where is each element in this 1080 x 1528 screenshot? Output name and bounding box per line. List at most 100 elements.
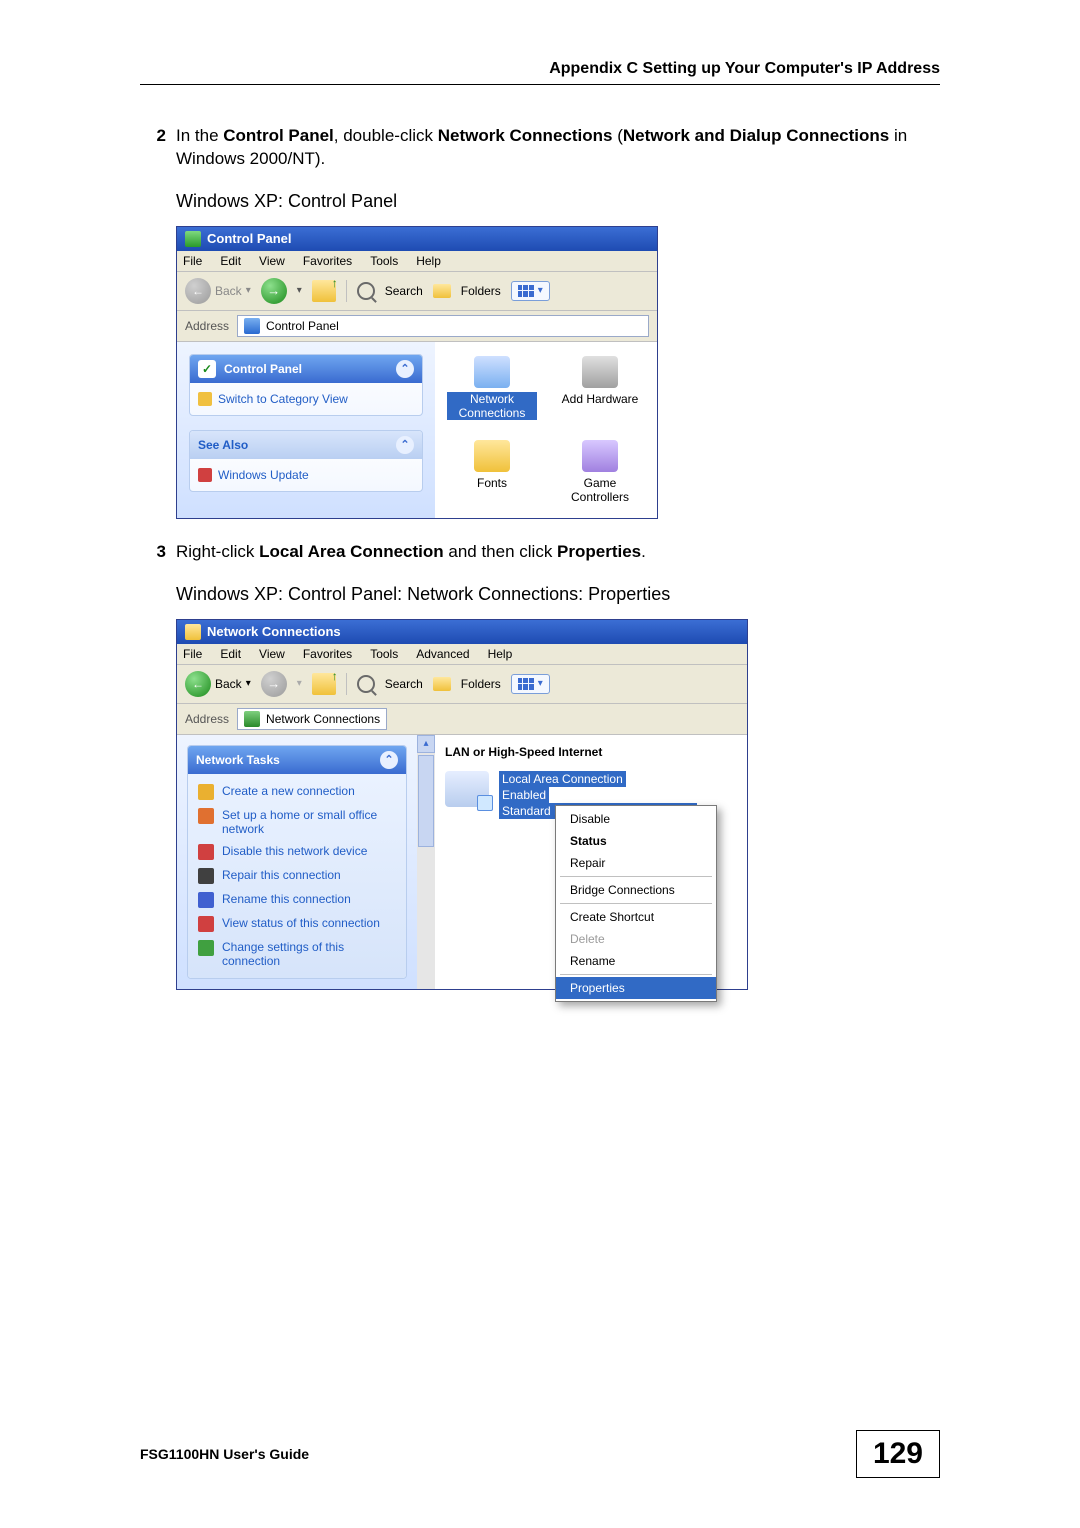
up-button[interactable] (312, 673, 336, 695)
page-number: 129 (856, 1430, 940, 1478)
task-disable-device[interactable]: Disable this network device (196, 840, 398, 864)
side-panel-main-header[interactable]: ✓ Control Panel ⌃ (190, 355, 422, 383)
ctx-disable[interactable]: Disable (556, 808, 716, 830)
side-panel-see-also: See Also ⌃ Windows Update (189, 430, 423, 492)
fonts-icon (474, 440, 510, 472)
folders-label[interactable]: Folders (461, 284, 501, 298)
toolbar-separator (346, 673, 347, 695)
side-scrollbar[interactable]: ▴ (417, 735, 435, 989)
menu-tools[interactable]: Tools (370, 647, 398, 661)
search-label[interactable]: Search (385, 677, 423, 691)
task-rename[interactable]: Rename this connection (196, 888, 398, 912)
chevron-up-icon[interactable]: ⌃ (396, 436, 414, 454)
search-label[interactable]: Search (385, 284, 423, 298)
folders-icon[interactable] (433, 677, 451, 691)
back-button[interactable]: ← Back ▾ (185, 278, 251, 304)
step-2-number: 2 (140, 125, 176, 171)
menu-favorites[interactable]: Favorites (303, 647, 352, 661)
item-fonts[interactable]: Fonts (447, 440, 537, 504)
back-icon: ← (185, 278, 211, 304)
step2-b2: Network Connections (438, 126, 613, 145)
toolbar-separator (346, 280, 347, 302)
window-title-text: Network Connections (207, 624, 341, 639)
forward-button[interactable]: → (261, 671, 287, 697)
menu-file[interactable]: File (183, 647, 202, 661)
menu-favorites[interactable]: Favorites (303, 254, 352, 268)
ctx-status[interactable]: Status (556, 830, 716, 852)
task-create-connection[interactable]: Create a new connection (196, 780, 398, 804)
step-2-text: In the Control Panel, double-click Netwo… (176, 125, 940, 171)
views-icon (518, 285, 534, 297)
back-button[interactable]: ← Back ▾ (185, 671, 251, 697)
step3-b1: Local Area Connection (259, 542, 444, 561)
toolbar: ← Back ▾ → ▾ Search Folders ▾ (177, 272, 657, 311)
menu-help[interactable]: Help (488, 647, 513, 661)
forward-button[interactable]: → (261, 278, 287, 304)
task-icon (198, 940, 214, 956)
windows-update-label: Windows Update (218, 468, 309, 482)
task-icon (198, 784, 214, 800)
menu-file[interactable]: File (183, 254, 202, 268)
see-also-header[interactable]: See Also ⌃ (190, 431, 422, 459)
address-field[interactable]: Network Connections (237, 708, 387, 730)
task-repair[interactable]: Repair this connection (196, 864, 398, 888)
item-game-controllers[interactable]: Game Controllers (555, 440, 645, 504)
step-3-number: 3 (140, 541, 176, 564)
task-change-settings[interactable]: Change settings of this connection (196, 936, 398, 972)
menu-edit[interactable]: Edit (220, 254, 241, 268)
figure2-caption: Windows XP: Control Panel: Network Conne… (176, 584, 940, 605)
conn-status: Enabled (499, 787, 549, 803)
menu-view[interactable]: View (259, 254, 285, 268)
window-title-bar[interactable]: Control Panel (177, 227, 657, 251)
window-title-bar[interactable]: Network Connections (177, 620, 747, 644)
ctx-shortcut[interactable]: Create Shortcut (556, 906, 716, 928)
scroll-thumb[interactable] (418, 755, 434, 847)
task-setup-network[interactable]: Set up a home or small office network (196, 804, 398, 840)
lan-icon (445, 771, 489, 807)
scroll-up-button[interactable]: ▴ (417, 735, 435, 753)
task-view-status[interactable]: View status of this connection (196, 912, 398, 936)
ctx-repair[interactable]: Repair (556, 852, 716, 874)
network-tasks-header[interactable]: Network Tasks ⌃ (188, 746, 406, 774)
side-panel-main-title: Control Panel (224, 362, 302, 376)
address-field[interactable]: Control Panel (237, 315, 649, 337)
views-button[interactable]: ▾ (511, 281, 550, 301)
icon-pane[interactable]: Network Connections Add Hardware Fonts (435, 342, 657, 518)
ctx-bridge[interactable]: Bridge Connections (556, 879, 716, 901)
ctx-rename[interactable]: Rename (556, 950, 716, 972)
switch-category-link[interactable]: Switch to Category View (198, 389, 414, 409)
context-menu: Disable Status Repair Bridge Connections… (555, 805, 717, 1002)
views-button[interactable]: ▾ (511, 674, 550, 694)
folders-icon[interactable] (433, 284, 451, 298)
up-button[interactable] (312, 280, 336, 302)
step3-t3: . (641, 542, 646, 561)
menu-tools[interactable]: Tools (370, 254, 398, 268)
menu-help[interactable]: Help (416, 254, 441, 268)
network-connections-icon (474, 356, 510, 388)
forward-dropdown-icon[interactable]: ▾ (297, 285, 302, 296)
ctx-properties[interactable]: Properties (556, 977, 716, 999)
windows-update-icon (198, 468, 212, 482)
menu-view[interactable]: View (259, 647, 285, 661)
task-icon (198, 868, 214, 884)
address-label: Address (185, 319, 229, 333)
chevron-up-icon[interactable]: ⌃ (396, 360, 414, 378)
folders-label[interactable]: Folders (461, 677, 501, 691)
item-network-connections[interactable]: Network Connections (447, 356, 537, 420)
window-title-text: Control Panel (207, 231, 292, 246)
forward-dropdown-icon[interactable]: ▾ (297, 678, 302, 689)
menu-edit[interactable]: Edit (220, 647, 241, 661)
connections-pane[interactable]: LAN or High-Speed Internet Local Area Co… (435, 735, 747, 989)
figure1: Control Panel File Edit View Favorites T… (176, 226, 940, 519)
section-lan: LAN or High-Speed Internet (445, 743, 737, 765)
step2-b3: Network and Dialup Connections (623, 126, 889, 145)
menu-advanced[interactable]: Advanced (416, 647, 469, 661)
chevron-up-icon[interactable]: ⌃ (380, 751, 398, 769)
search-icon[interactable] (357, 675, 375, 693)
search-icon[interactable] (357, 282, 375, 300)
back-dropdown-icon: ▾ (246, 678, 251, 689)
windows-update-link[interactable]: Windows Update (198, 465, 414, 485)
back-icon: ← (185, 671, 211, 697)
item-add-hardware[interactable]: Add Hardware (555, 356, 645, 420)
page-footer: FSG1100HN User's Guide 129 (140, 1430, 940, 1478)
